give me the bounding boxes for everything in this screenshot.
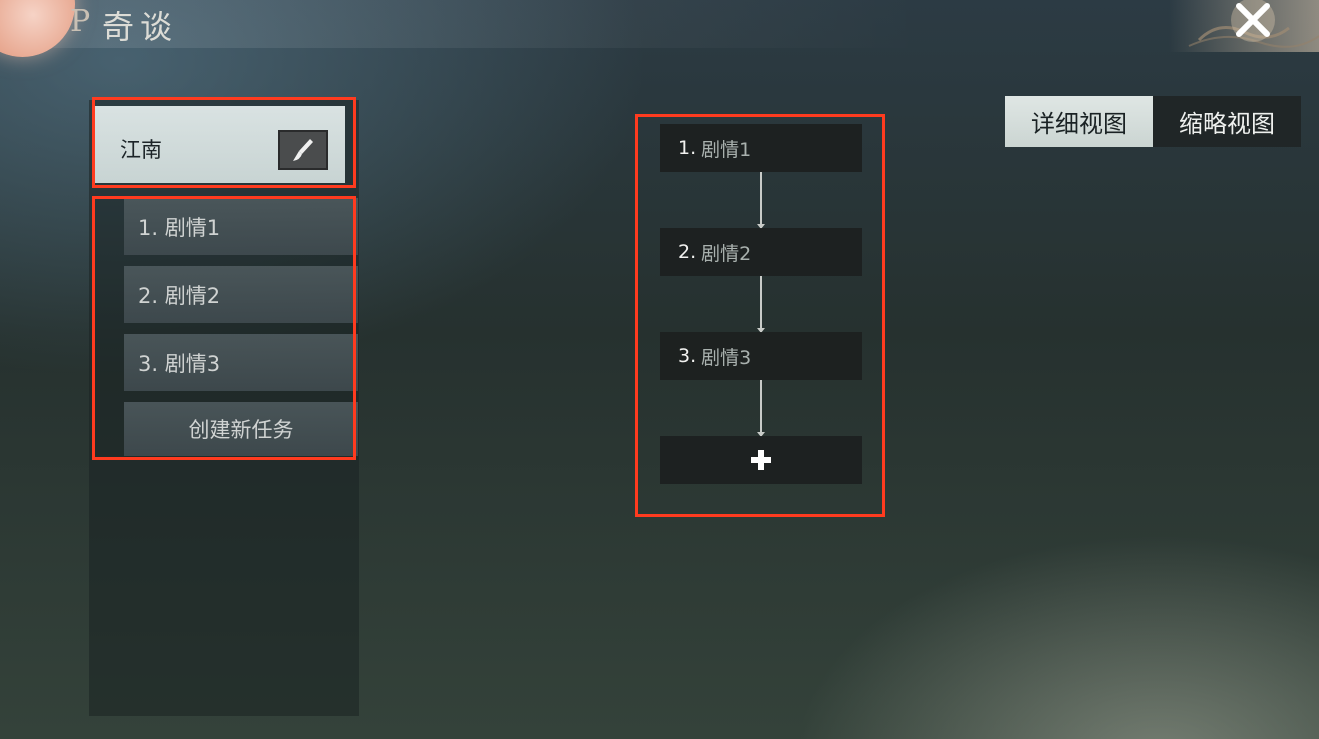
view-toggle: 详细视图 缩略视图 [1005, 96, 1301, 147]
page-title: 奇谈 [102, 8, 179, 46]
flow-node-2[interactable]: 2. 剧情2 [660, 228, 862, 276]
tab-brief-label: 缩略视图 [1179, 110, 1275, 138]
close-x-icon [1231, 0, 1275, 42]
tab-brief-view[interactable]: 缩略视图 [1153, 96, 1301, 147]
flow-node-number: 2. [678, 241, 697, 263]
tab-detail-label: 详细视图 [1031, 110, 1127, 138]
edit-button[interactable] [278, 130, 328, 170]
title-bar: P 奇谈 [0, 0, 1319, 57]
flow-node-name: 剧情1 [701, 138, 752, 161]
flow-node-number: 3. [678, 345, 697, 367]
task-item-3[interactable]: 3. 剧情3 [124, 334, 358, 391]
task-item-label: 2. 剧情2 [138, 283, 221, 308]
brush-icon [293, 139, 313, 161]
moon-decoration [0, 0, 75, 57]
task-item-label: 3. 剧情3 [138, 351, 221, 376]
task-item-1[interactable]: 1. 剧情1 [124, 198, 358, 255]
create-task-button[interactable]: 创建新任务 [124, 402, 358, 456]
flow-node-1[interactable]: 1. 剧情1 [660, 124, 862, 172]
flow-arrow [757, 276, 765, 333]
flow-node-name: 剧情3 [701, 346, 752, 369]
flow-node-3[interactable]: 3. 剧情3 [660, 332, 862, 380]
region-header-card: 江南 [94, 106, 345, 183]
flow-arrow [757, 172, 765, 229]
flow-diagram: 1. 剧情1 2. 剧情2 3. 剧情3 [635, 114, 885, 517]
task-item-2[interactable]: 2. 剧情2 [124, 266, 358, 323]
title-glyph: P [70, 4, 91, 39]
flow-node-number: 1. [678, 137, 697, 159]
create-task-label: 创建新任务 [188, 418, 294, 442]
plus-icon [751, 450, 771, 470]
flow-node-name: 剧情2 [701, 242, 752, 265]
add-node-button[interactable] [660, 436, 862, 484]
flow-arrow [757, 380, 765, 437]
region-name: 江南 [120, 138, 162, 162]
qitan-screen: P 奇谈 江南 1. 剧情1 2. 剧情2 3. 剧情3 创建新任务 详细视图 … [0, 0, 1319, 739]
tab-detail-view[interactable]: 详细视图 [1005, 96, 1153, 147]
task-item-label: 1. 剧情1 [138, 215, 221, 240]
close-button[interactable] [1227, 0, 1279, 46]
